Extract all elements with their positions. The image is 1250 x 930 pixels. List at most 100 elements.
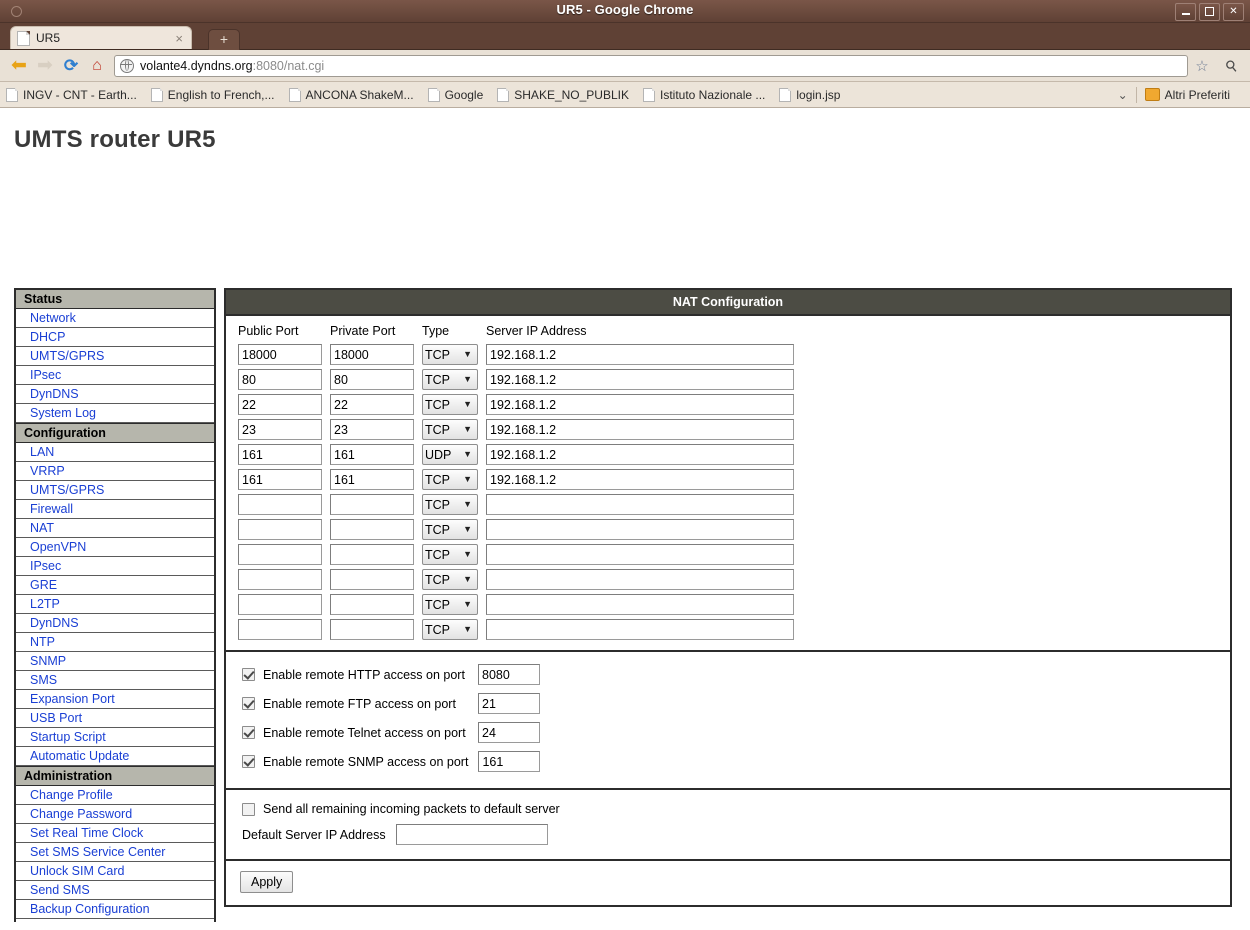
- remote-access-checkbox[interactable]: [242, 726, 255, 739]
- sidebar-item-nat[interactable]: NAT: [16, 519, 214, 538]
- back-button[interactable]: ⬅: [6, 53, 32, 79]
- default-server-ip-input[interactable]: [395, 824, 548, 845]
- server-ip-input[interactable]: [486, 519, 794, 540]
- private-port-input[interactable]: [330, 469, 414, 490]
- private-port-input[interactable]: [330, 519, 414, 540]
- server-ip-input[interactable]: [486, 394, 794, 415]
- public-port-input[interactable]: [238, 444, 322, 465]
- sidebar-item-startup-script[interactable]: Startup Script: [16, 728, 214, 747]
- sidebar-item-vrrp[interactable]: VRRP: [16, 462, 214, 481]
- new-tab-button[interactable]: +: [208, 29, 240, 50]
- server-ip-input[interactable]: [486, 594, 794, 615]
- server-ip-input[interactable]: [486, 619, 794, 640]
- home-button[interactable]: ⌂: [84, 53, 110, 79]
- bookmark-item[interactable]: ANCONA ShakeM...: [288, 87, 414, 102]
- type-select[interactable]: TCPUDP: [422, 569, 478, 590]
- sidebar-item-set-sms-service-center[interactable]: Set SMS Service Center: [16, 843, 214, 862]
- sidebar-item-dyndns[interactable]: DynDNS: [16, 614, 214, 633]
- sidebar-item-l2tp[interactable]: L2TP: [16, 595, 214, 614]
- maximize-button[interactable]: [1199, 3, 1220, 21]
- sidebar-item-system-log[interactable]: System Log: [16, 404, 214, 423]
- sidebar-item-automatic-update[interactable]: Automatic Update: [16, 747, 214, 766]
- sidebar-item-umts-gprs[interactable]: UMTS/GPRS: [16, 347, 214, 366]
- apply-button[interactable]: Apply: [240, 871, 294, 893]
- server-ip-input[interactable]: [486, 469, 794, 490]
- private-port-input[interactable]: [330, 394, 414, 415]
- close-button[interactable]: ✕: [1223, 3, 1244, 21]
- sidebar-item-set-real-time-clock[interactable]: Set Real Time Clock: [16, 824, 214, 843]
- public-port-input[interactable]: [238, 544, 322, 565]
- public-port-input[interactable]: [238, 344, 322, 365]
- bookmark-star-icon[interactable]: ☆: [1192, 53, 1218, 79]
- sidebar-item-ipsec[interactable]: IPsec: [16, 366, 214, 385]
- sidebar-item-restore-configuration[interactable]: Restore Configuration: [16, 919, 214, 922]
- sidebar-item-ipsec[interactable]: IPsec: [16, 557, 214, 576]
- private-port-input[interactable]: [330, 569, 414, 590]
- sidebar-item-umts-gprs[interactable]: UMTS/GPRS: [16, 481, 214, 500]
- sidebar-item-lan[interactable]: LAN: [16, 443, 214, 462]
- minimize-button[interactable]: [1175, 3, 1196, 21]
- forward-button[interactable]: ➡: [32, 53, 58, 79]
- private-port-input[interactable]: [330, 419, 414, 440]
- private-port-input[interactable]: [330, 544, 414, 565]
- server-ip-input[interactable]: [486, 419, 794, 440]
- remote-access-checkbox[interactable]: [242, 755, 255, 768]
- server-ip-input[interactable]: [486, 544, 794, 565]
- public-port-input[interactable]: [238, 494, 322, 515]
- sidebar-item-send-sms[interactable]: Send SMS: [16, 881, 214, 900]
- public-port-input[interactable]: [238, 594, 322, 615]
- sidebar-item-snmp[interactable]: SNMP: [16, 652, 214, 671]
- bookmark-item[interactable]: login.jsp: [779, 87, 840, 102]
- private-port-input[interactable]: [330, 444, 414, 465]
- type-select[interactable]: TCPUDP: [422, 544, 478, 565]
- reload-button[interactable]: ⟳: [58, 53, 84, 79]
- bookmark-item[interactable]: Google: [427, 87, 483, 102]
- server-ip-input[interactable]: [486, 444, 794, 465]
- private-port-input[interactable]: [330, 594, 414, 615]
- type-select[interactable]: TCPUDP: [422, 369, 478, 390]
- server-ip-input[interactable]: [486, 369, 794, 390]
- remote-access-checkbox[interactable]: [242, 668, 255, 681]
- public-port-input[interactable]: [238, 619, 322, 640]
- bookmark-item[interactable]: SHAKE_NO_PUBLIK: [497, 87, 629, 102]
- chevron-down-icon[interactable]: ⌄: [1118, 88, 1128, 102]
- remote-access-port-input[interactable]: [478, 751, 541, 772]
- type-select[interactable]: TCPUDP: [422, 444, 478, 465]
- address-bar[interactable]: volante4.dyndns.org:8080/nat.cgi: [114, 54, 1188, 77]
- type-select[interactable]: TCPUDP: [422, 419, 478, 440]
- sidebar-item-dyndns[interactable]: DynDNS: [16, 385, 214, 404]
- sidebar-item-unlock-sim-card[interactable]: Unlock SIM Card: [16, 862, 214, 881]
- other-bookmarks-folder[interactable]: Altri Preferiti: [1144, 88, 1230, 102]
- sidebar-item-usb-port[interactable]: USB Port: [16, 709, 214, 728]
- sidebar-item-sms[interactable]: SMS: [16, 671, 214, 690]
- server-ip-input[interactable]: [486, 569, 794, 590]
- public-port-input[interactable]: [238, 519, 322, 540]
- private-port-input[interactable]: [330, 494, 414, 515]
- public-port-input[interactable]: [238, 569, 322, 590]
- public-port-input[interactable]: [238, 469, 322, 490]
- remote-access-port-input[interactable]: [478, 693, 540, 714]
- private-port-input[interactable]: [330, 369, 414, 390]
- sidebar-item-openvpn[interactable]: OpenVPN: [16, 538, 214, 557]
- type-select[interactable]: TCPUDP: [422, 469, 478, 490]
- type-select[interactable]: TCPUDP: [422, 344, 478, 365]
- sidebar-item-network[interactable]: Network: [16, 309, 214, 328]
- private-port-input[interactable]: [330, 619, 414, 640]
- server-ip-input[interactable]: [486, 494, 794, 515]
- sidebar-item-firewall[interactable]: Firewall: [16, 500, 214, 519]
- remote-access-checkbox[interactable]: [242, 697, 255, 710]
- public-port-input[interactable]: [238, 394, 322, 415]
- server-ip-input[interactable]: [486, 344, 794, 365]
- tab-ur5[interactable]: UR5 ×: [10, 26, 192, 49]
- bookmark-item[interactable]: English to French,...: [150, 87, 275, 102]
- public-port-input[interactable]: [238, 419, 322, 440]
- tab-close-icon[interactable]: ×: [173, 32, 185, 45]
- chrome-menu-wrench-icon[interactable]: ⚲: [1218, 53, 1244, 79]
- send-remaining-packets-checkbox[interactable]: [242, 802, 255, 816]
- bookmark-item[interactable]: INGV - CNT - Earth...: [6, 87, 137, 102]
- sidebar-item-change-password[interactable]: Change Password: [16, 805, 214, 824]
- type-select[interactable]: TCPUDP: [422, 494, 478, 515]
- type-select[interactable]: TCPUDP: [422, 519, 478, 540]
- type-select[interactable]: TCPUDP: [422, 594, 478, 615]
- sidebar-item-dhcp[interactable]: DHCP: [16, 328, 214, 347]
